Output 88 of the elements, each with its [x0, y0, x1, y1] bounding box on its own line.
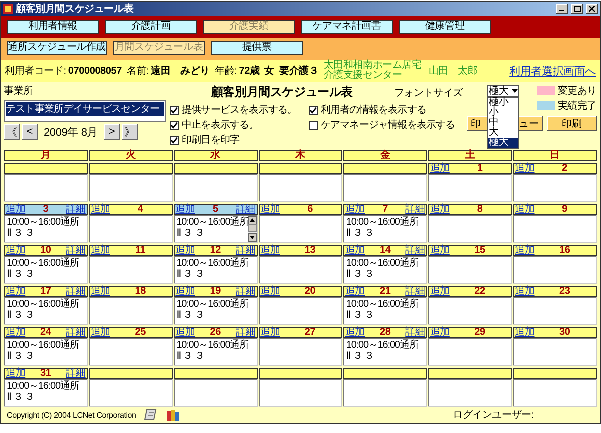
- office-label: 事業所: [4, 84, 34, 98]
- schedule-entry: Ⅱ ３ ３: [176, 310, 206, 321]
- legend-label: 変更あり: [558, 84, 597, 98]
- field-label: 名前:: [127, 65, 150, 78]
- schedule-entry: 10:00～16:00通所: [346, 299, 420, 310]
- weekday-header: 金: [343, 150, 428, 161]
- user-code: 0700008057: [68, 66, 122, 76]
- day-number: 16: [560, 246, 570, 255]
- care-office-name: 太田和相南ホーム居宅介護支援センター: [324, 61, 423, 81]
- schedule-entry: 10:00～16:00通所: [7, 299, 81, 310]
- option-label: 中止を表示する。: [182, 118, 259, 132]
- month-label: 2009年 8月: [44, 126, 98, 140]
- window-title: 顧客別月間スケジュール表: [16, 2, 135, 16]
- care-level: 要介護３: [280, 64, 319, 78]
- day-number: 3: [43, 205, 49, 214]
- schedule-entry: 10:00～16:00通所: [346, 217, 420, 228]
- day-number: 1: [477, 164, 483, 173]
- login-user-label: ログインユーザー:: [453, 409, 534, 422]
- day-number: 14: [380, 246, 391, 255]
- day-number: 23: [560, 287, 570, 296]
- option-label: 利用者の情報を表示する: [320, 104, 426, 117]
- day-number: 5: [212, 205, 218, 214]
- legend-label: 実績完了: [558, 100, 597, 112]
- schedule-entry: Ⅱ ３ ３: [7, 228, 36, 239]
- day-number: 6: [308, 205, 313, 214]
- schedule-entry: Ⅱ ３ ３: [176, 228, 206, 239]
- day-number: 4: [138, 205, 144, 214]
- day-number: 21: [380, 287, 391, 296]
- schedule-entry: Ⅱ ３ ３: [346, 310, 375, 321]
- day-number: 22: [474, 287, 486, 296]
- day-number: 20: [304, 287, 316, 296]
- schedule-entry: Ⅱ ３ ３: [7, 269, 36, 280]
- field-label: 年齢:: [215, 64, 238, 78]
- option-label: 提供サービスを表示する。: [182, 104, 298, 117]
- schedule-entry: Ⅱ ３ ３: [346, 228, 375, 239]
- schedule-entry: 10:00～16:00通所: [346, 258, 420, 269]
- option-label: ケアマネージャ情報を表示する: [320, 118, 456, 132]
- day-number: 8: [477, 205, 483, 214]
- day-number: 7: [382, 205, 388, 214]
- weekday-header: 月: [4, 150, 88, 161]
- schedule-entry: Ⅱ ３ ３: [346, 269, 375, 280]
- weekday-header: 日: [513, 150, 597, 161]
- day-number: 29: [474, 328, 486, 337]
- day-number: 26: [210, 328, 221, 337]
- day-number: 24: [40, 328, 52, 337]
- weekday-header: 土: [428, 150, 512, 161]
- day-number: 30: [560, 328, 570, 337]
- schedule-entry: 10:00～16:00通所: [7, 217, 81, 228]
- user-name: 遠田 みどり: [151, 64, 210, 78]
- schedule-entry: Ⅱ ３ ３: [176, 351, 206, 362]
- day-number: 15: [474, 246, 486, 255]
- day-number: 18: [135, 287, 146, 296]
- schedule-entry: 10:00～16:00通所: [176, 217, 250, 228]
- weekday-header: 水: [174, 150, 258, 161]
- day-number: 11: [135, 246, 146, 255]
- schedule-entry: 10:00～16:00通所: [176, 299, 250, 310]
- font-size-label: フォントサイズ: [394, 86, 463, 100]
- schedule-title: 顧客別月間スケジュール表: [210, 84, 354, 101]
- schedule-entry: Ⅱ ３ ３: [176, 269, 206, 280]
- day-number: 19: [210, 287, 221, 296]
- weekday-header: 火: [88, 150, 173, 161]
- day-number: 17: [40, 287, 52, 296]
- schedule-entry: 10:00～16:00通所: [7, 258, 81, 269]
- care-manager-name: 山田 太郎: [428, 64, 478, 78]
- schedule-entry: Ⅱ ３ ３: [346, 351, 375, 362]
- schedule-entry: Ⅱ ３ ３: [7, 310, 36, 321]
- field-label: 利用者コード:: [5, 64, 66, 78]
- schedule-entry: Ⅱ ３ ３: [7, 392, 36, 403]
- schedule-entry: 10:00～16:00通所: [7, 381, 81, 392]
- schedule-entry: 10:00～16:00通所: [176, 340, 250, 351]
- schedule-entry: 10:00～16:00通所: [176, 258, 250, 269]
- schedule-entry: 10:00～16:00通所: [7, 340, 81, 351]
- schedule-entry: Ⅱ ３ ３: [7, 351, 36, 362]
- day-number: 27: [304, 328, 316, 337]
- copyright-text: Copyright (C) 2004 LCNet Corporation: [7, 410, 136, 420]
- schedule-entry: 10:00～16:00通所: [346, 340, 420, 351]
- weekday-header: 木: [258, 150, 342, 161]
- day-number: 31: [40, 369, 52, 378]
- option-label: 印刷日を印字: [182, 134, 240, 147]
- day-number: 28: [380, 328, 391, 337]
- user-sex: 女: [264, 64, 275, 78]
- day-number: 25: [135, 328, 146, 337]
- day-number: 10: [40, 246, 52, 255]
- day-number: 2: [562, 164, 568, 173]
- user-age: 72歳: [239, 64, 260, 78]
- day-number: 13: [304, 246, 316, 255]
- day-number: 9: [562, 205, 568, 214]
- day-number: 12: [210, 246, 221, 255]
